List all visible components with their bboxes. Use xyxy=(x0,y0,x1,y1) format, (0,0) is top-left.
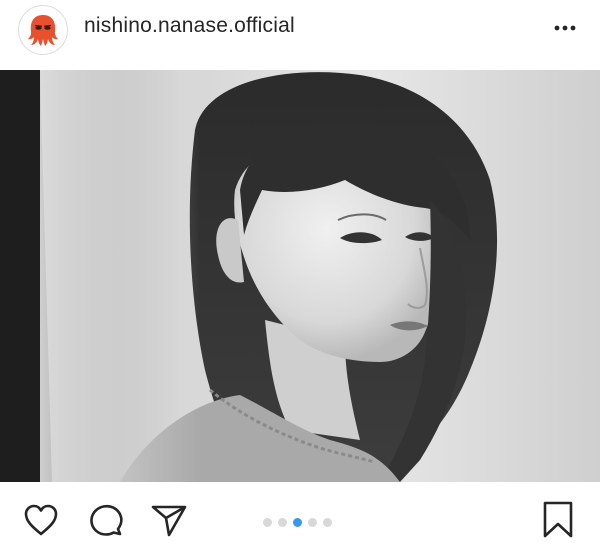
carousel-dot xyxy=(263,518,272,527)
carousel-dot xyxy=(278,518,287,527)
carousel-dot xyxy=(293,518,302,527)
red-octopus-icon xyxy=(28,15,58,46)
avatar[interactable] xyxy=(18,5,68,55)
like-button[interactable] xyxy=(22,502,60,543)
share-button[interactable] xyxy=(150,502,188,543)
ellipsis-icon xyxy=(554,25,576,31)
paper-plane-icon xyxy=(151,505,187,537)
carousel-indicator xyxy=(263,518,332,528)
save-button[interactable] xyxy=(541,500,575,545)
post-photo[interactable] xyxy=(0,70,600,482)
more-options-button[interactable] xyxy=(548,17,582,39)
comment-button[interactable] xyxy=(88,502,124,543)
heart-icon xyxy=(24,504,58,536)
username[interactable]: nishino.nanase.official xyxy=(84,14,295,38)
post-header: nishino.nanase.official xyxy=(0,0,600,70)
bookmark-icon xyxy=(543,501,573,538)
carousel-dot xyxy=(308,518,317,527)
black-and-white-portrait xyxy=(0,70,600,482)
carousel-dot xyxy=(323,518,332,527)
comment-bubble-icon xyxy=(90,504,123,536)
action-bar xyxy=(0,482,600,542)
